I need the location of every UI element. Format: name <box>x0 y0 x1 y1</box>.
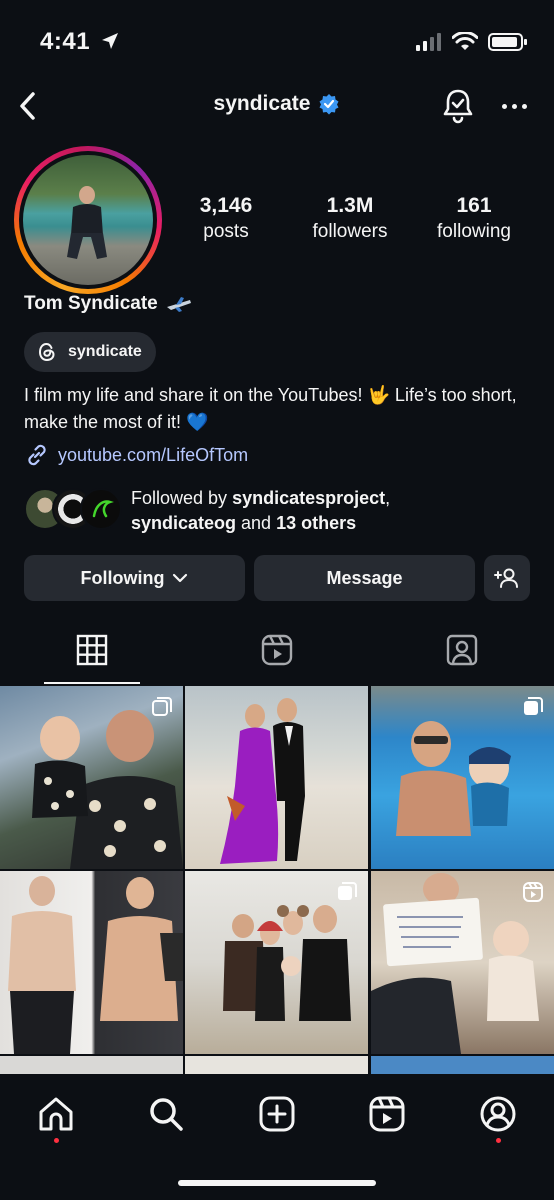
mutual-avatar-3 <box>80 488 122 530</box>
tab-tagged[interactable] <box>444 632 480 668</box>
battery-icon <box>488 33 527 51</box>
home-indicator-bar <box>178 1180 376 1186</box>
followed-by-user-1: syndicatesproject <box>232 488 386 508</box>
home-icon <box>39 1097 73 1131</box>
search-icon <box>150 1098 183 1131</box>
status-time: 4:41 <box>40 28 120 56</box>
followed-by-mid: and <box>236 513 277 533</box>
profile-link-text: youtube.com/LifeOfTom <box>58 444 249 465</box>
nav-reels[interactable] <box>367 1094 407 1134</box>
add-person-icon <box>494 568 518 588</box>
bell-check-icon <box>443 89 473 124</box>
following-count: 161 <box>456 194 492 217</box>
carousel-indicator-icon <box>338 882 357 900</box>
avatar-inner <box>19 151 157 289</box>
posts-count: 3,146 <box>199 194 253 217</box>
carousel-indicator-icon <box>524 697 543 715</box>
profile-avatar-story-ring[interactable] <box>14 146 162 294</box>
following-button-label: Following <box>80 567 165 588</box>
nav-home[interactable] <box>36 1094 76 1134</box>
nav-profile[interactable] <box>478 1094 518 1134</box>
location-arrow-icon <box>102 33 119 49</box>
profile-notification-dot <box>496 1138 501 1143</box>
grid-post-2[interactable] <box>185 686 368 869</box>
status-indicators <box>416 32 528 52</box>
wifi-icon <box>452 32 478 50</box>
bio-text: I film my life and share it on the YouTu… <box>24 385 517 432</box>
carousel-indicator-icon <box>152 697 172 716</box>
cellular-signal-icon <box>416 33 441 51</box>
status-time-text: 4:41 <box>40 28 91 55</box>
post-photo-transformation <box>8 876 183 1054</box>
posts-grid <box>0 686 554 1086</box>
suggested-people-button[interactable] <box>484 555 530 601</box>
reels-icon <box>261 634 293 666</box>
followers-label: followers <box>312 221 388 242</box>
message-button[interactable]: Message <box>254 555 475 601</box>
username-text: syndicate <box>213 92 311 115</box>
airplane-emoji-icon <box>166 297 191 312</box>
followed-by-separator: , <box>385 488 391 508</box>
nav-search[interactable] <box>146 1094 186 1134</box>
active-tab-indicator <box>44 682 140 684</box>
followed-by-prefix: Followed by <box>131 488 233 508</box>
profile-icon <box>480 1096 516 1132</box>
grid-post-6[interactable] <box>371 871 554 1054</box>
followers-count: 1.3M <box>326 194 374 217</box>
reels-nav-icon <box>369 1096 405 1132</box>
following-button[interactable]: Following <box>24 555 245 601</box>
home-notification-dot <box>54 1138 59 1143</box>
reel-indicator-icon <box>523 882 543 902</box>
add-post-icon <box>259 1096 295 1132</box>
dot-icon <box>521 103 527 109</box>
grid-post-3[interactable] <box>371 686 554 869</box>
nav-create[interactable] <box>257 1094 297 1134</box>
link-icon <box>28 444 46 466</box>
avatar <box>23 155 153 285</box>
followed-by-text[interactable]: Followed by syndicatesproject, syndicateo… <box>131 486 531 536</box>
mutual-followers-avatars[interactable] <box>24 488 124 532</box>
more-options-button[interactable] <box>498 96 530 116</box>
display-name: Tom Syndicate <box>24 293 192 315</box>
followed-by-others: 13 others <box>276 513 357 533</box>
stat-posts[interactable]: 3,146 posts <box>180 194 272 243</box>
stat-followers[interactable]: 1.3M followers <box>298 194 402 243</box>
tab-reels[interactable] <box>259 632 295 668</box>
threads-badge[interactable]: syndicate <box>24 332 156 372</box>
grid-post-5[interactable] <box>185 871 368 1054</box>
verified-badge-icon <box>319 94 339 115</box>
notifications-bell-button[interactable] <box>440 87 476 125</box>
avatar-person-figure <box>67 186 107 259</box>
display-name-text: Tom Syndicate <box>24 293 158 314</box>
dot-icon <box>511 103 517 109</box>
message-button-label: Message <box>326 567 403 588</box>
grid-post-4[interactable] <box>0 871 183 1054</box>
razer-snake-icon <box>92 500 114 518</box>
threads-icon <box>38 342 55 362</box>
profile-link[interactable]: youtube.com/LifeOfTom <box>24 442 248 468</box>
post-photo-wedding-couple <box>220 698 305 864</box>
following-label: following <box>437 221 511 242</box>
threads-handle: syndicate <box>68 343 142 360</box>
tagged-person-icon <box>446 634 478 666</box>
grid-icon <box>76 634 108 666</box>
chevron-down-icon <box>173 573 188 583</box>
tab-posts-grid[interactable] <box>74 632 110 668</box>
posts-label: posts <box>203 221 249 242</box>
stat-following[interactable]: 161 following <box>424 194 524 243</box>
dot-icon <box>501 103 507 109</box>
followed-by-user-2: syndicateog <box>131 513 237 533</box>
grid-post-1[interactable] <box>0 686 183 869</box>
